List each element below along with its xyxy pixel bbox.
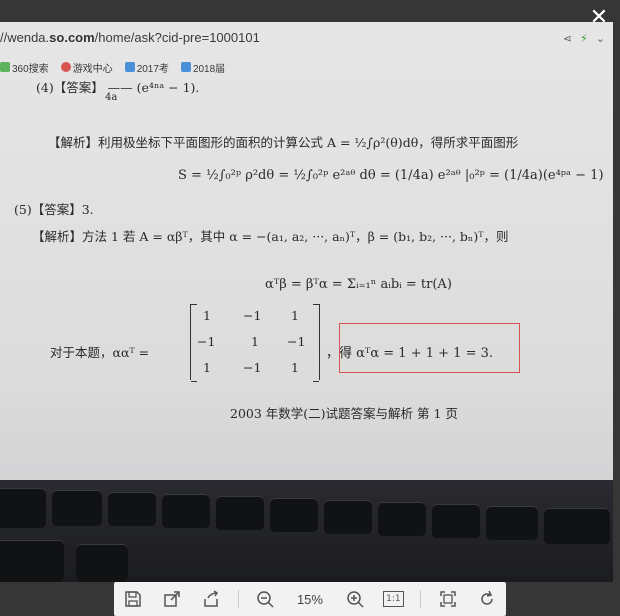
- page-footer: 2003 年数学(二)试题答案与解析 第 1 页: [230, 406, 458, 421]
- matrix-cell: 1: [251, 334, 259, 349]
- toolbar-divider: [237, 590, 239, 608]
- matrix-cell: −1: [197, 334, 216, 349]
- bookmark-label: 360搜索: [12, 63, 49, 75]
- bookmark-icon: [0, 62, 10, 72]
- bookmark-label: 游戏中心: [72, 63, 113, 75]
- bolt-icon: ⚡: [580, 32, 588, 45]
- bookmark-icon: [180, 62, 191, 72]
- bookmark-label: 2017考: [136, 63, 169, 75]
- fit-screen-button[interactable]: [436, 587, 460, 611]
- result-highlight-box: [339, 323, 520, 373]
- zoom-in-icon: [346, 591, 364, 608]
- key: [486, 506, 538, 540]
- key: [108, 492, 156, 526]
- key: [544, 508, 610, 544]
- photo-image: //wenda.so.com/home/ask?cid-pre=1000101 …: [0, 22, 613, 582]
- bookmarks-bar: 360搜索 游戏中心 2017考 2018届: [0, 59, 225, 75]
- bookmark-item: 360搜索: [0, 59, 49, 75]
- trace-formula: αᵀβ = βᵀα = Σᵢ₌₁ⁿ aᵢbᵢ = tr(A): [265, 277, 452, 292]
- share-icon: ⋖: [562, 32, 573, 45]
- bookmark-icon: [60, 62, 71, 72]
- answer-4-denominator: 4a: [105, 92, 118, 103]
- matrix-cell: 1: [291, 308, 299, 323]
- matrix-cell: −1: [243, 360, 262, 375]
- key: [0, 540, 64, 582]
- answer-4-line: (4)【答案】 —— (e⁴ⁿᵃ − 1).: [36, 80, 200, 95]
- key: [432, 504, 480, 538]
- bookmark-item: 游戏中心: [60, 59, 113, 75]
- save-button[interactable]: [121, 587, 145, 611]
- key: [76, 544, 128, 582]
- key: [324, 500, 372, 534]
- close-button[interactable]: ✕: [588, 7, 610, 29]
- paper-page: //wenda.so.com/home/ask?cid-pre=1000101 …: [0, 22, 613, 480]
- answer-5-line: (5)【答案】3.: [14, 202, 94, 217]
- actual-size-button[interactable]: 1:1: [381, 587, 405, 611]
- open-original-button[interactable]: [160, 587, 184, 611]
- url-bar-text: //wenda.so.com/home/ask?cid-pre=1000101: [0, 30, 260, 45]
- key: [52, 490, 102, 526]
- rotate-icon: [480, 590, 493, 605]
- formula-S: S = ½∫₀²ᵖ ρ²dθ = ½∫₀²ᵖ e²ᵃᶿ dθ = (1/4a) …: [178, 168, 604, 183]
- fit-screen-icon: [440, 591, 456, 607]
- matrix-cell: 1: [203, 308, 211, 323]
- keyboard-photo: [0, 480, 613, 582]
- toolbar-divider: [420, 590, 422, 608]
- url-prefix: //wenda.: [0, 30, 50, 45]
- bookmark-icon: [124, 62, 135, 72]
- key: [270, 498, 318, 532]
- analysis-4-line: 【解析】利用极坐标下平面图形的面积的计算公式 A = ½∫ρ²(θ)dθ，得所求…: [48, 135, 519, 150]
- analysis-5-line: 【解析】方法 1 若 A = αβᵀ，其中 α = −(a₁, a₂, ···,…: [32, 229, 509, 244]
- matrix-cell: −1: [243, 308, 262, 323]
- matrix-cell: 1: [203, 360, 211, 375]
- key: [0, 488, 46, 528]
- zoom-level: 15%: [296, 591, 323, 607]
- matrix-intro: 对于本题，ααᵀ =: [50, 345, 150, 360]
- bookmark-item: 2018届: [180, 59, 226, 75]
- external-link-icon: [164, 591, 180, 607]
- zoom-out-icon: [257, 591, 274, 608]
- share-button[interactable]: [199, 587, 223, 611]
- url-path: /home/ask?cid-pre=1000101: [94, 30, 260, 45]
- actual-size-icon: 1:1: [383, 591, 404, 607]
- share-icon: [204, 590, 218, 607]
- viewer-toolbar: 15% 1:1: [114, 582, 506, 616]
- rotate-button[interactable]: [475, 587, 499, 611]
- matrix: 1 −1 1 −1 1 −1 1 −1 1: [190, 304, 320, 382]
- matrix-cell: 1: [291, 360, 299, 375]
- key: [162, 494, 210, 528]
- browser-top-icons: ⋖ ⚡ ⌄: [563, 32, 605, 45]
- key: [378, 502, 426, 536]
- key: [216, 496, 264, 530]
- zoom-in-button[interactable]: [343, 587, 367, 611]
- zoom-out-button[interactable]: [253, 587, 277, 611]
- bookmark-label: 2018届: [192, 63, 226, 75]
- chevron-down-icon: ⌄: [595, 32, 605, 45]
- save-icon: [125, 591, 142, 607]
- matrix-cell: −1: [287, 334, 306, 349]
- url-domain: so.com: [49, 30, 95, 45]
- bookmark-item: 2017考: [124, 59, 169, 75]
